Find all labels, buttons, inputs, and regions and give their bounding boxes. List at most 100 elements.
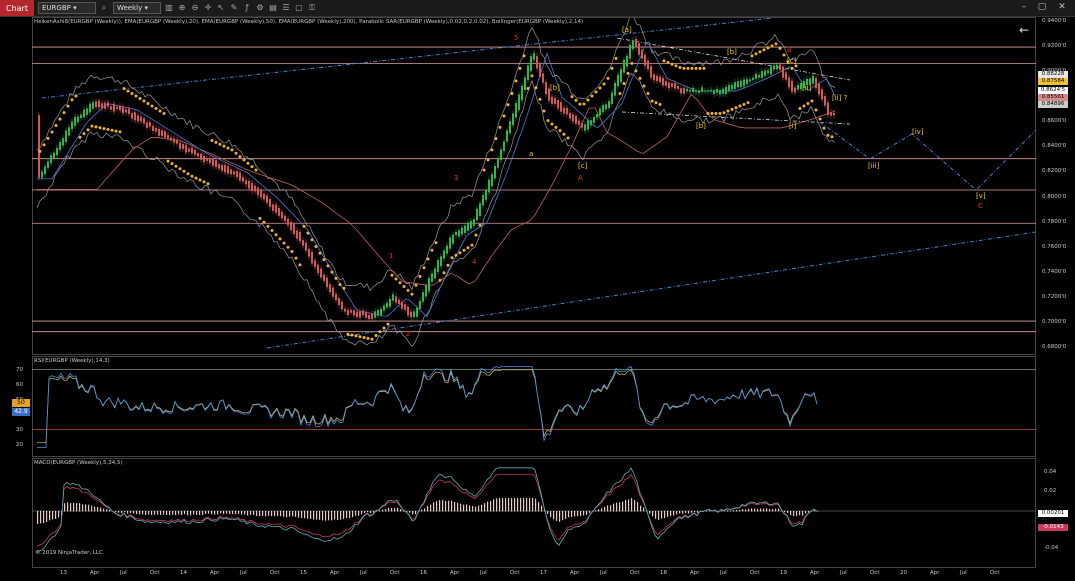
sar-dot (186, 172, 190, 176)
macd-histogram-bar (76, 503, 78, 512)
time-tick-label: Oct (270, 570, 280, 576)
properties-icon[interactable]: ☰ (281, 3, 291, 13)
candle-body (47, 161, 49, 168)
search-icon[interactable]: ⌕ (99, 3, 109, 13)
strategies-icon[interactable]: ⚙ (255, 3, 265, 13)
candle-body (536, 56, 538, 69)
candle-body (383, 305, 385, 311)
sar-dot (50, 130, 54, 134)
macd-histogram-bar (364, 511, 366, 514)
upper-channel-line (41, 18, 773, 99)
candle-body (215, 160, 217, 168)
zoom-out-icon[interactable]: ⊖ (190, 3, 200, 13)
candle-body (338, 298, 340, 306)
macd-histogram-bar (757, 508, 759, 512)
crosshair-icon[interactable]: ✛ (203, 3, 213, 13)
time-tick-label: Apr (930, 570, 940, 576)
candle-body (761, 71, 763, 78)
sar-dot (806, 102, 810, 105)
candle-body (425, 285, 427, 297)
sar-dot (274, 233, 278, 237)
macd-histogram-bar (571, 511, 573, 517)
sar-dot (118, 130, 122, 134)
macd-histogram-bar (640, 505, 642, 512)
candle-body (668, 82, 670, 89)
close-icon[interactable]: ✕ (1056, 2, 1068, 13)
candle-body (233, 171, 235, 175)
rsi-chart[interactable] (32, 357, 1036, 456)
time-axis[interactable]: 13 Apr Jul Oct 14 Apr Jul Oct 15 Apr Jul Oct 16 Apr Ju… (32, 568, 1036, 581)
candle-body (560, 102, 562, 112)
lock-icon[interactable]: ⚿ (307, 3, 317, 13)
macd-histogram-bar (412, 511, 414, 515)
candle-body (647, 60, 649, 70)
macd-histogram-bar (52, 511, 54, 520)
macd-histogram-bar (556, 511, 558, 521)
macd-histogram-bar (286, 511, 288, 518)
data-box-icon[interactable]: ▢ (294, 3, 304, 13)
candle-body (416, 307, 418, 317)
zoom-in-icon[interactable]: ⊕ (177, 3, 187, 13)
macd-histogram-bar (724, 510, 726, 512)
macd-histogram-bar (187, 511, 189, 516)
macd-histogram-bar (208, 511, 210, 514)
candle-body (362, 310, 364, 316)
candle-body (695, 90, 697, 93)
chart-tab[interactable]: Chart (0, 0, 34, 16)
candle-body (551, 96, 553, 104)
sar-dot (634, 69, 638, 73)
price-axis[interactable]: 0.9400'00.9200'00.9000'00.8800'00.8600'0… (1036, 17, 1075, 355)
sar-dot (438, 278, 442, 282)
time-tick-label: Oct (390, 570, 400, 576)
indicators-icon[interactable]: ƒ (242, 3, 252, 13)
templates-icon[interactable]: ▤ (268, 3, 278, 13)
sar-dot (234, 151, 238, 155)
back-arrow-icon[interactable]: ← (1019, 23, 1029, 37)
candle-body (581, 123, 583, 128)
candle-body (557, 100, 559, 109)
sar-dot (126, 89, 130, 93)
wave-label: [ii] (802, 84, 812, 92)
candle-body (227, 166, 229, 174)
wave-label: [ii] ? (832, 94, 848, 102)
macd-histogram-bar (256, 511, 258, 516)
macd-histogram-bar (58, 511, 60, 518)
instrument-selector[interactable]: EURGBP ▾ (37, 2, 96, 14)
sar-dot (466, 246, 470, 250)
interval-selector[interactable]: Weekly ▾ (112, 2, 161, 14)
sar-dot (382, 326, 386, 330)
macd-histogram-bar (643, 507, 645, 512)
sar-dot (242, 158, 246, 162)
macd-histogram-bar (64, 503, 66, 512)
rsi-tick-label: 30 (16, 426, 23, 433)
drawing-tools-icon[interactable]: ✎ (229, 3, 239, 13)
minimize-icon[interactable]: – (1018, 2, 1030, 13)
candle-body (503, 141, 505, 152)
maximize-icon[interactable]: ▢ (1036, 2, 1048, 13)
sar-dot (314, 244, 318, 248)
sar-dot (110, 128, 114, 132)
candle-body (131, 113, 133, 119)
candle-body (398, 299, 400, 305)
candle-body (644, 54, 646, 66)
sar-dot (198, 178, 202, 182)
sar-dot (170, 162, 174, 166)
candle-body (530, 56, 532, 72)
candle-body (698, 90, 700, 93)
sar-dot (90, 124, 94, 128)
macd-chart[interactable] (32, 459, 1036, 567)
macd-histogram-bar (253, 511, 255, 515)
sar-dot (574, 98, 578, 102)
sar-dot (802, 104, 806, 108)
candle-body (791, 80, 793, 92)
bar-type-icon[interactable]: ▥ (164, 3, 174, 13)
pointer-icon[interactable]: ↖ (216, 3, 226, 13)
macd-histogram-bar (679, 511, 681, 514)
macd-histogram-bar (328, 511, 330, 521)
macd-histogram-bar (178, 511, 180, 515)
candle-body (692, 87, 694, 93)
sar-dot (406, 288, 410, 292)
sar-dot (778, 46, 782, 50)
macd-histogram-bar (517, 498, 519, 512)
price-chart[interactable]: 5 [a] [b] a [c] A 3 4 1 2 B [c] [ii] [ii] ? [b] [i] [iii… (32, 18, 1036, 354)
